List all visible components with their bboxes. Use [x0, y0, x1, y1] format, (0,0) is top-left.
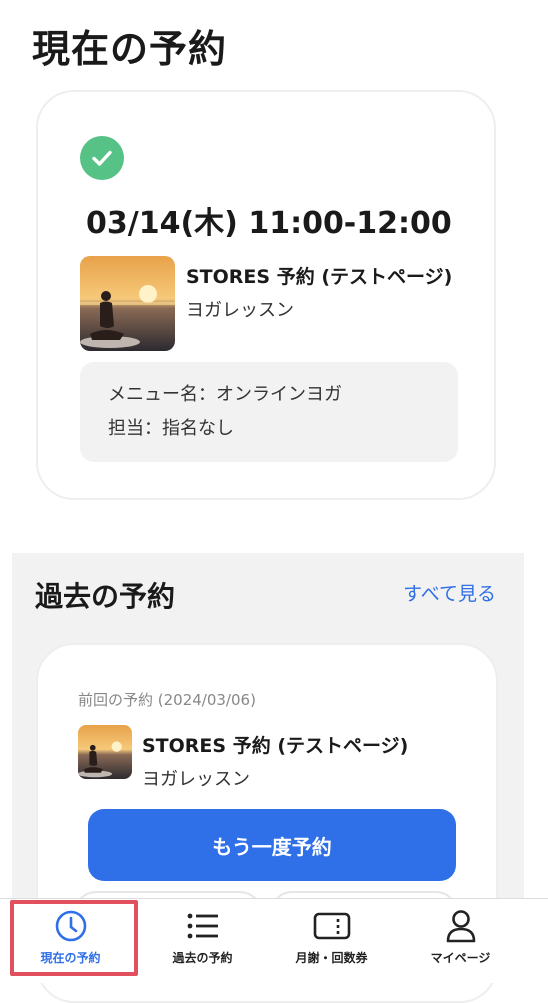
person-icon — [445, 909, 477, 943]
tab-my-page[interactable]: マイページ — [392, 899, 529, 983]
current-reservation-card[interactable]: 03/14(木) 11:00-12:00 STORES 予約 (テストページ) … — [36, 90, 496, 500]
ticket-icon — [313, 909, 351, 943]
lesson-name: ヨガレッスン — [186, 300, 294, 321]
store-name: STORES 予約 (テストページ) — [186, 266, 453, 288]
checkmark-circle-icon — [80, 136, 124, 180]
last-reservation-label: 前回の予約 (2024/03/06) — [78, 691, 256, 709]
tab-label: 月謝・回数券 — [295, 951, 368, 965]
tab-label: マイページ — [430, 951, 491, 965]
staff-line: 担当：指名なし — [108, 418, 234, 439]
list-icon — [186, 909, 220, 943]
reservation-details: メニュー名：オンラインヨガ 担当：指名なし — [80, 362, 458, 462]
page-title: 現在の予約 — [32, 27, 228, 71]
see-all-link[interactable]: すべて見る — [403, 579, 496, 606]
reservation-datetime: 03/14(木) 11:00-12:00 — [86, 206, 452, 241]
yoga-thumbnail-small — [78, 725, 132, 779]
tab-label: 過去の予約 — [172, 951, 233, 965]
yoga-thumbnail — [80, 256, 175, 351]
active-tab-highlight — [10, 900, 138, 976]
tab-tickets[interactable]: 月謝・回数券 — [263, 899, 400, 983]
past-section-title: 過去の予約 — [35, 580, 176, 613]
past-lesson-name: ヨガレッスン — [142, 769, 250, 790]
menu-name-line: メニュー名：オンラインヨガ — [108, 384, 342, 405]
past-store-name: STORES 予約 (テストページ) — [142, 735, 409, 757]
rebook-button[interactable]: もう一度予約 — [88, 809, 456, 881]
tab-past-reservations[interactable]: 過去の予約 — [134, 899, 271, 983]
